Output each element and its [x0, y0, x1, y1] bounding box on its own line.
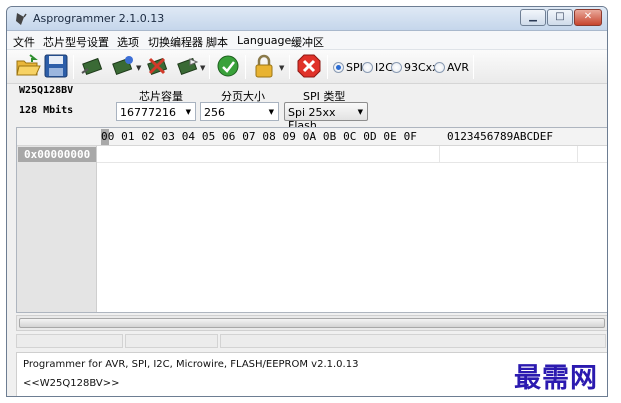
read-chip-icon [81, 57, 103, 76]
save-disk-icon [44, 54, 68, 78]
hex-column-header: 07 [242, 130, 263, 143]
radio-icon [362, 62, 373, 73]
hex-column-header: 0E [383, 130, 404, 143]
interface-93cxx-radio[interactable]: 93Cxx [391, 61, 439, 74]
erase-button[interactable] [144, 53, 170, 79]
hex-column-header: 09 [282, 130, 303, 143]
status-bar [16, 332, 607, 350]
erase-chip-icon [147, 57, 168, 76]
capacity-value: 16777216 [120, 106, 176, 119]
row-address: 0x00000000 [18, 147, 96, 162]
interface-label: SPI [346, 61, 363, 74]
stop-button[interactable] [296, 53, 322, 79]
hex-column-header: 01 [121, 130, 142, 143]
hex-column-header: 0A [302, 130, 323, 143]
lock-dropdown-icon[interactable]: ▼ [279, 64, 284, 72]
open-folder-icon [16, 54, 41, 76]
col-gridline [577, 146, 578, 162]
verify-dropdown-icon[interactable]: ▼ [200, 64, 205, 72]
menu-buffer[interactable]: 缓冲区 [291, 34, 324, 50]
row-gridline [97, 162, 607, 163]
menu-script[interactable]: 脚本 [206, 34, 228, 50]
chevron-down-icon: ▼ [357, 108, 363, 116]
chevron-down-icon: ▼ [185, 108, 191, 116]
window-title: Asprogrammer 2.1.0.13 [33, 12, 165, 25]
maximize-button[interactable]: □ [547, 9, 573, 26]
app-icon [16, 13, 27, 25]
minimize-button[interactable]: ▁ [520, 9, 546, 26]
status-cell [125, 334, 218, 348]
close-button[interactable]: ✕ [574, 9, 602, 26]
horizontal-scrollbar[interactable] [16, 315, 607, 331]
radio-icon [434, 62, 445, 73]
interface-spi-radio[interactable]: SPI [333, 61, 363, 74]
toolbar-separator [73, 55, 74, 79]
chip-info-panel: W25Q128BV 128 Mbits 芯片容量 16777216 ▼ 分页大小… [7, 84, 607, 132]
capacity-select[interactable]: 16777216 ▼ [116, 102, 196, 121]
hex-column-header: 03 [161, 130, 182, 143]
write-dropdown-icon[interactable]: ▼ [136, 64, 141, 72]
write-chip-icon [112, 56, 133, 76]
interface-i2c-radio[interactable]: I2C [362, 61, 393, 74]
toolbar-separator [473, 55, 474, 79]
interface-avr-radio[interactable]: AVR [434, 61, 469, 74]
watermark-text: 最需网 [514, 363, 598, 394]
lock-button[interactable] [251, 53, 277, 79]
spi-type-select[interactable]: Spi 25xx Flash ▼ [284, 102, 368, 132]
hex-column-header: 05 [201, 130, 223, 143]
toolbar: ▼ ▼ ▼ SPI I2C 93Cxx AVR [7, 50, 607, 84]
radio-selected-icon [333, 62, 344, 73]
auto-button[interactable] [215, 53, 241, 79]
hex-column-header: 0B [322, 130, 344, 143]
app-window: Asprogrammer 2.1.0.13 ▁ □ ✕ 文件 芯片型号设置 选项… [6, 6, 608, 397]
toolbar-separator [327, 55, 328, 79]
close-icon: ✕ [583, 11, 593, 22]
stop-icon [297, 54, 321, 78]
hex-column-header: 0D [363, 130, 384, 143]
hex-column-headers: 00 01 02 03 04 05 06 07 08 09 0A 0B 0C 0… [101, 130, 417, 143]
ascii-header: 0123456789ABCDEF [447, 130, 553, 143]
open-button[interactable] [15, 53, 41, 79]
page-size-select[interactable]: 256 ▼ [200, 102, 279, 121]
hex-column-header: 0C [343, 130, 364, 143]
hex-column-header: 04 [181, 130, 202, 143]
hex-column-header: 06 [222, 130, 243, 143]
auto-chip-icon [217, 55, 239, 77]
read-button[interactable] [79, 53, 105, 79]
toolbar-separator [245, 55, 246, 79]
write-button[interactable] [109, 53, 135, 79]
chip-name: W25Q128BV [19, 85, 74, 96]
hex-column-header: 02 [141, 130, 162, 143]
col-gridline [439, 146, 440, 162]
page-size-value: 256 [204, 106, 225, 119]
menu-bar: 文件 芯片型号设置 选项 切换编程器 脚本 Language 缓冲区 [7, 31, 607, 50]
chevron-down-icon: ▼ [268, 108, 274, 116]
interface-label: AVR [447, 61, 469, 74]
menu-file[interactable]: 文件 [13, 34, 35, 50]
toolbar-separator [209, 55, 210, 79]
minimize-icon: ▁ [529, 11, 537, 22]
radio-icon [391, 62, 402, 73]
status-cell [16, 334, 123, 348]
hex-column-header: 00 [101, 130, 122, 143]
hex-column-header: 0F [403, 130, 418, 143]
save-button[interactable] [43, 53, 69, 79]
log-line: <<W25Q128BV>> [23, 378, 120, 389]
toolbar-separator [289, 55, 290, 79]
menu-language[interactable]: Language [237, 34, 291, 47]
verify-chip-icon [177, 57, 199, 76]
lock-icon [255, 54, 273, 78]
chip-size: 128 Mbits [19, 105, 74, 116]
title-bar: Asprogrammer 2.1.0.13 ▁ □ ✕ [7, 7, 607, 31]
log-line: Programmer for AVR, SPI, I2C, Microwire,… [23, 359, 359, 370]
hex-editor[interactable]: 00 01 02 03 04 05 06 07 08 09 0A 0B 0C 0… [16, 127, 607, 313]
menu-chip-settings[interactable]: 芯片型号设置 [43, 34, 109, 50]
status-cell [220, 334, 606, 348]
maximize-icon: □ [555, 11, 565, 22]
verify-button[interactable] [174, 53, 200, 79]
hex-column-header: 08 [262, 130, 283, 143]
scrollbar-thumb[interactable] [19, 318, 605, 328]
menu-options[interactable]: 选项 [117, 34, 139, 50]
menu-switch-programmer[interactable]: 切换编程器 [148, 34, 203, 50]
